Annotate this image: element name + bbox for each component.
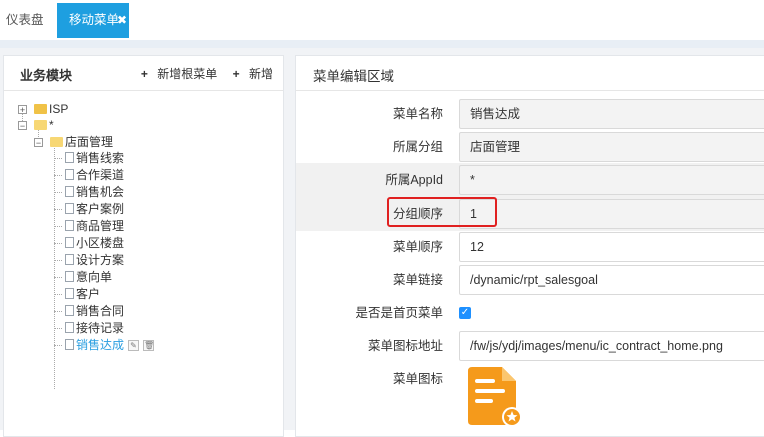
- header-divider: [0, 40, 764, 48]
- tree-line: [54, 311, 62, 312]
- document-icon: [65, 220, 74, 232]
- document-icon: [65, 254, 74, 266]
- is-home-label: 是否是首页菜单: [355, 306, 443, 320]
- form-row-menu-name: 菜单名称 销售达成: [296, 97, 764, 131]
- group-label: 所属分组: [392, 140, 443, 154]
- tree-leaf[interactable]: 客户: [54, 286, 100, 302]
- document-icon: [65, 339, 74, 351]
- panel-title: 菜单编辑区域: [313, 69, 394, 84]
- tree-leaf[interactable]: 合作渠道: [54, 167, 124, 183]
- tab-dashboard[interactable]: 仪表盘: [6, 3, 44, 38]
- form-row-is-home: 是否是首页菜单 ✓: [296, 296, 764, 330]
- tree-line: [54, 277, 62, 278]
- tree-line: [54, 192, 62, 193]
- tree-leaf[interactable]: 设计方案: [54, 252, 124, 268]
- contract-home-icon: [468, 367, 522, 427]
- is-home-checkbox[interactable]: ✓: [459, 307, 471, 319]
- edit-icon[interactable]: ✎: [128, 340, 140, 352]
- document-icon: [65, 322, 74, 334]
- business-module-panel: 业务模块 + 新增根菜单 + 新增 + ISP − * − 店面管理 销售线索 …: [3, 55, 284, 437]
- menu-name-label: 菜单名称: [392, 107, 443, 121]
- form-row-icon-url: 菜单图标地址 /fw/js/ydj/images/menu/ic_contrac…: [296, 329, 764, 363]
- document-icon: [65, 152, 74, 164]
- menu-link-field[interactable]: /dynamic/rpt_salesgoal: [459, 265, 764, 295]
- appid-field[interactable]: *: [459, 165, 764, 195]
- tree-line: [54, 175, 62, 176]
- group-order-field[interactable]: 1: [459, 199, 764, 229]
- tree-node-isp[interactable]: + ISP: [18, 101, 68, 117]
- form-row-menu-link: 菜单链接 /dynamic/rpt_salesgoal: [296, 263, 764, 297]
- form-row-appid: 所属AppId *: [296, 163, 764, 197]
- tree-leaf[interactable]: 客户案例: [54, 201, 124, 217]
- appid-label: 所属AppId: [385, 173, 443, 187]
- delete-icon[interactable]: 🗑: [143, 340, 154, 352]
- main-area: 业务模块 + 新增根菜单 + 新增 + ISP − * − 店面管理 销售线索 …: [0, 48, 764, 437]
- menu-order-field[interactable]: 12: [459, 232, 764, 262]
- tree-line: [54, 226, 62, 227]
- group-field[interactable]: 店面管理: [459, 132, 764, 162]
- collapse-icon[interactable]: −: [34, 138, 43, 148]
- tree-leaf[interactable]: 小区楼盘: [54, 235, 124, 251]
- document-icon: [65, 288, 74, 300]
- document-icon: [65, 203, 74, 215]
- tree-node-store[interactable]: − 店面管理: [34, 134, 113, 150]
- document-icon: [65, 271, 74, 283]
- tree-leaf[interactable]: 销售机会: [54, 184, 124, 200]
- tree-line: [54, 260, 62, 261]
- panel-header: 业务模块 + 新增根菜单 + 新增: [4, 56, 283, 91]
- menu-link-label: 菜单链接: [392, 273, 443, 287]
- panel-header: 菜单编辑区域: [296, 56, 764, 91]
- tree-leaf[interactable]: 商品管理: [54, 218, 124, 234]
- tree-node-star[interactable]: − *: [18, 117, 54, 133]
- tab-bar: 仪表盘 移动菜单 ✖: [0, 0, 764, 41]
- add-root-menu-button[interactable]: + 新增根菜单: [135, 67, 217, 81]
- collapse-icon[interactable]: −: [18, 121, 27, 131]
- tree-line: [54, 209, 62, 210]
- form-row-icon: 菜单图标: [296, 362, 764, 396]
- form-row-group: 所属分组 店面管理: [296, 130, 764, 164]
- panel-actions: + 新增根菜单 + 新增: [129, 65, 273, 82]
- tab-mobile-menu-label: 移动菜单: [69, 13, 120, 27]
- tree-leaf[interactable]: 销售线索: [54, 150, 124, 166]
- icon-label: 菜单图标: [392, 372, 443, 386]
- menu-name-field[interactable]: 销售达成: [459, 99, 764, 129]
- icon-url-label: 菜单图标地址: [367, 339, 443, 353]
- expand-icon[interactable]: +: [18, 105, 27, 115]
- tree-leaf[interactable]: 意向单: [54, 269, 112, 285]
- folder-icon: [34, 103, 47, 114]
- tab-mobile-menu[interactable]: 移动菜单 ✖: [57, 3, 129, 38]
- menu-edit-panel: 菜单编辑区域 菜单名称 销售达成 所属分组 店面管理 所属AppId * 分组顺…: [295, 55, 764, 437]
- tree-leaf[interactable]: 接待记录: [54, 320, 124, 336]
- icon-url-field[interactable]: /fw/js/ydj/images/menu/ic_contract_home.…: [459, 331, 764, 361]
- folder-open-icon: [50, 136, 63, 147]
- menu-order-label: 菜单顺序: [392, 240, 443, 254]
- tree-line: [54, 294, 62, 295]
- document-icon: [65, 305, 74, 317]
- plus-icon: +: [232, 67, 240, 81]
- folder-open-icon: [34, 119, 47, 130]
- tree-line: [54, 243, 62, 244]
- highlight-box: [387, 197, 497, 227]
- form-row-menu-order: 菜单顺序 12: [296, 230, 764, 264]
- document-icon: [65, 237, 74, 249]
- tree-leaf[interactable]: 销售合同: [54, 303, 124, 319]
- document-icon: [65, 169, 74, 181]
- form-row-group-order: 分组顺序 1: [296, 197, 764, 231]
- tree-line: [54, 158, 62, 159]
- add-menu-button[interactable]: + 新增: [227, 67, 273, 81]
- document-icon: [65, 186, 74, 198]
- plus-icon: +: [140, 67, 148, 81]
- tree-line: [54, 345, 62, 346]
- close-icon[interactable]: ✖: [117, 3, 127, 38]
- tree-line: [54, 328, 62, 329]
- panel-title: 业务模块: [20, 68, 73, 83]
- tree-leaf-active[interactable]: 销售达成 ✎ 🗑: [54, 337, 154, 353]
